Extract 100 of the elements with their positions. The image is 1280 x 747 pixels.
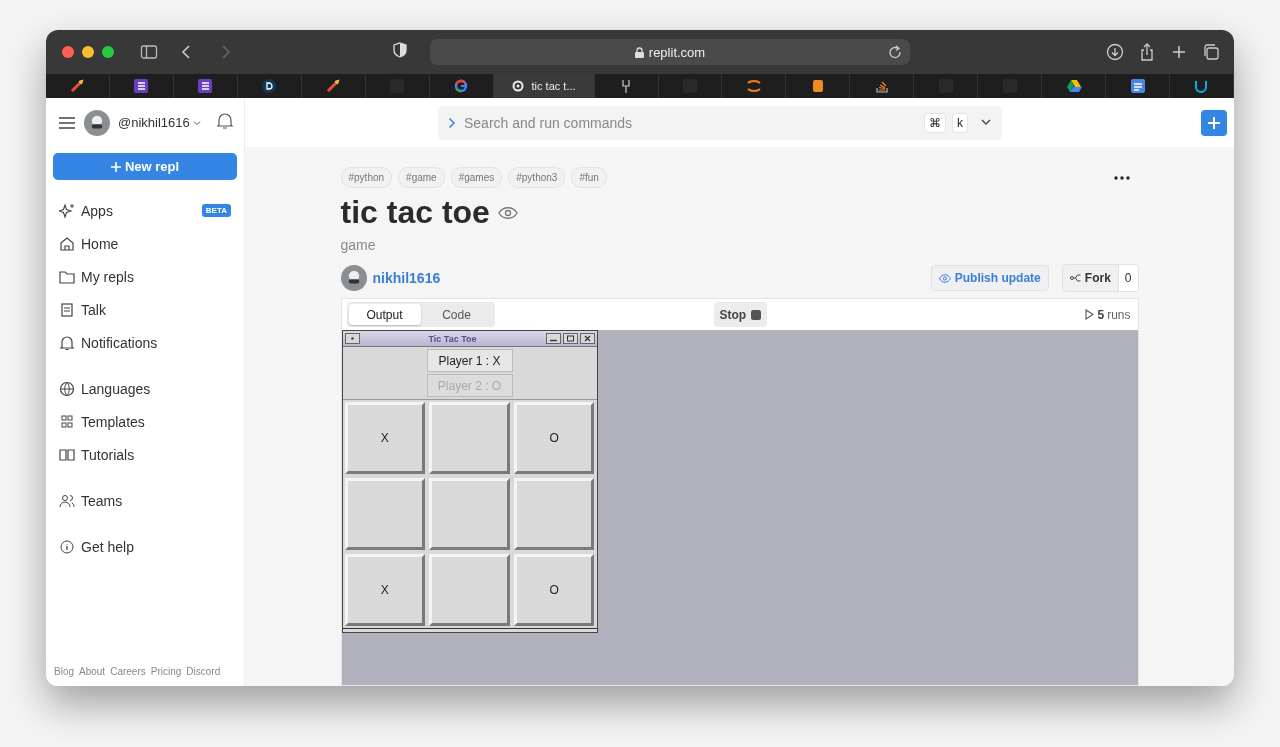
ring-icon xyxy=(745,80,762,92)
address-bar[interactable]: replit.com xyxy=(430,39,910,65)
nav-item[interactable]: Templates xyxy=(46,405,244,438)
list-icon xyxy=(134,79,149,93)
game-window-title: Tic Tac Toe xyxy=(427,333,478,344)
browser-tab[interactable]: tic tac t... xyxy=(493,74,595,98)
board-cell[interactable] xyxy=(429,402,510,474)
footer-link[interactable]: Blog xyxy=(54,666,74,677)
stop-icon xyxy=(751,309,762,320)
board-cell[interactable]: O xyxy=(513,402,595,474)
close-button[interactable] xyxy=(62,46,74,58)
beta-badge: BETA xyxy=(201,204,231,217)
run-count: 5 xyxy=(1097,307,1105,322)
nav-item[interactable]: Tutorials xyxy=(46,438,244,471)
board-cell[interactable]: X xyxy=(344,554,426,626)
google-icon xyxy=(454,79,469,93)
search-field[interactable]: Search and run commands ⌘ k xyxy=(438,105,1002,140)
chevron-down-icon xyxy=(192,119,201,126)
panel-tab[interactable]: Code xyxy=(420,304,493,325)
minimize-button[interactable] xyxy=(82,46,94,58)
fork-count: 0 xyxy=(1117,265,1138,291)
footer-link[interactable]: Pricing xyxy=(150,666,182,677)
nav-item[interactable]: My repls xyxy=(46,260,244,293)
new-repl-button[interactable]: New repl xyxy=(53,153,237,180)
fork-icon xyxy=(1069,273,1081,283)
author-link[interactable]: nikhil1616 xyxy=(372,270,441,286)
tabs-overview-icon[interactable] xyxy=(1202,43,1220,61)
tag-chip[interactable]: #python xyxy=(340,167,393,188)
folder-icon xyxy=(59,268,75,285)
bell-icon[interactable] xyxy=(216,111,234,130)
brush-icon xyxy=(326,79,341,93)
nav-item[interactable]: Languages xyxy=(46,372,244,405)
share-icon[interactable] xyxy=(1138,43,1156,61)
avatar-icon xyxy=(84,109,110,136)
download-icon[interactable] xyxy=(1106,43,1124,61)
nav-item[interactable]: Apps BETA xyxy=(46,194,244,227)
people-icon xyxy=(59,492,75,509)
eye-icon xyxy=(938,273,951,283)
badge-icon xyxy=(262,79,277,93)
globe-icon xyxy=(59,380,75,397)
board-cell[interactable]: O xyxy=(513,554,595,626)
plus-icon xyxy=(1208,116,1220,129)
new-tab-icon[interactable] xyxy=(1170,43,1188,61)
drive-icon xyxy=(1065,79,1082,93)
username-menu[interactable]: @nikhil1616 xyxy=(118,115,201,130)
open-book-icon xyxy=(59,446,75,463)
document-icon xyxy=(59,301,75,318)
tuning-fork-icon xyxy=(621,79,632,93)
publish-update-button[interactable]: Publish update xyxy=(930,265,1049,291)
maximize-icon[interactable] xyxy=(562,333,578,344)
runs-label: runs xyxy=(1107,307,1131,322)
grid-icon xyxy=(59,413,75,430)
home-icon xyxy=(59,235,75,252)
fork-button[interactable]: Fork xyxy=(1062,265,1118,291)
eye-icon xyxy=(497,205,518,220)
tag-chip[interactable]: #python3 xyxy=(508,167,566,188)
document-icon xyxy=(1130,79,1145,93)
create-button[interactable] xyxy=(1201,109,1227,136)
lock-icon xyxy=(634,46,644,58)
bell-icon xyxy=(59,334,75,351)
board-cell[interactable] xyxy=(429,478,510,550)
play-icon xyxy=(1085,309,1095,320)
info-icon xyxy=(59,538,75,555)
tag-chip[interactable]: #game xyxy=(398,167,445,188)
chevron-right-icon xyxy=(448,116,456,129)
board-cell[interactable] xyxy=(513,478,595,550)
tag-chip[interactable]: #fun xyxy=(571,167,607,188)
repl-description: game xyxy=(340,237,377,253)
list-icon xyxy=(198,79,213,93)
sidebar-icon[interactable] xyxy=(140,43,158,61)
stack-icon xyxy=(875,79,888,93)
nav-item[interactable]: Teams xyxy=(46,484,244,517)
nav-item[interactable]: Home xyxy=(46,227,244,260)
nav-item[interactable]: Get help xyxy=(46,530,244,563)
nav-item[interactable]: Notifications xyxy=(46,326,244,359)
tag-chip[interactable]: #games xyxy=(450,167,503,188)
sparkle-icon xyxy=(59,202,75,219)
avatar-icon xyxy=(340,265,367,291)
board-cell[interactable] xyxy=(429,554,510,626)
board-cell[interactable] xyxy=(344,478,426,550)
footer-link[interactable]: Careers xyxy=(110,666,146,677)
shortcut-key: ⌘ xyxy=(924,112,946,133)
window-menu-icon[interactable] xyxy=(344,333,360,344)
stop-button[interactable]: Stop xyxy=(713,302,768,327)
panel-tab[interactable]: Output xyxy=(348,304,421,325)
plus-icon xyxy=(110,161,121,172)
nav-item[interactable]: Talk xyxy=(46,293,244,326)
footer-link[interactable]: About xyxy=(79,666,106,677)
shortcut-key: k xyxy=(952,112,968,133)
zoom-button[interactable] xyxy=(102,46,114,58)
board-cell[interactable]: X xyxy=(344,402,426,474)
close-icon[interactable] xyxy=(579,333,595,344)
reload-icon[interactable] xyxy=(888,45,902,59)
minimize-icon[interactable] xyxy=(545,333,561,344)
footer-link[interactable]: Discord xyxy=(186,666,221,677)
player-button[interactable]: Player 1 : X xyxy=(426,349,513,372)
repl-title: tic tac toe xyxy=(340,194,490,231)
shield-icon[interactable] xyxy=(392,42,408,58)
search-input[interactable]: Search and run commands xyxy=(462,113,918,132)
brush-icon xyxy=(70,79,85,93)
